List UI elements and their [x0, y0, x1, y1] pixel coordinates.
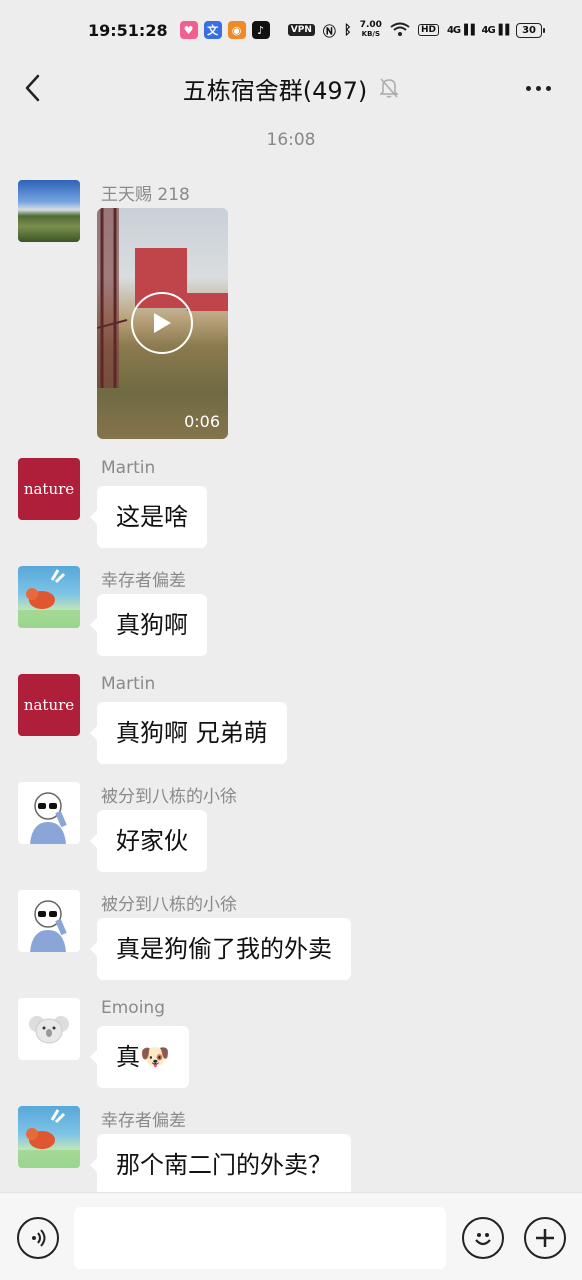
avatar[interactable]: [18, 1106, 80, 1168]
chat-timestamp: 16:08: [266, 130, 316, 150]
status-time: 19:51:28: [88, 20, 168, 40]
weibo-icon: ◉: [227, 21, 246, 39]
signal-icon: 4G▐▐: [481, 24, 510, 36]
avatar[interactable]: [18, 782, 80, 844]
avatar[interactable]: nature: [18, 458, 80, 520]
mute-bell-icon: [379, 77, 400, 99]
signal-icon: 4G▐▐: [446, 24, 475, 36]
avatar[interactable]: [18, 566, 80, 628]
sender-name: 被分到八栋的小徐: [101, 895, 237, 915]
app-notification-icon: ♥: [179, 21, 198, 39]
sender-name: 王天赐 218: [101, 185, 190, 205]
sender-name: 被分到八栋的小徐: [101, 787, 237, 807]
speed-unit: KB/S: [361, 30, 380, 38]
dot-icon: [535, 85, 541, 91]
sender-name: 幸存者偏差: [101, 571, 186, 591]
video-message[interactable]: 0:06: [97, 208, 228, 439]
status-app-icons: ♥ 文 ◉ ♪: [179, 21, 270, 39]
koala-icon: [29, 1016, 69, 1044]
sender-name: Emoing: [101, 998, 165, 1018]
avatar[interactable]: [18, 998, 80, 1060]
battery-level: 30: [522, 24, 536, 36]
sketch-person-icon: [30, 792, 67, 844]
signal-label: 4G: [446, 24, 461, 36]
smiley-icon: [475, 1233, 491, 1246]
message-item: Emoing 真🐶: [18, 998, 558, 1090]
back-button[interactable]: [16, 70, 48, 106]
message-item: 被分到八栋的小徐 好家伙: [18, 782, 558, 874]
chat-header: 五栋宿舍群(497): [0, 60, 582, 116]
dot-icon: [545, 85, 551, 91]
message-item: nature Martin 真狗啊 兄弟萌: [18, 674, 558, 766]
speed-value: 7.00: [359, 20, 382, 30]
nfc-icon: Ⓝ: [322, 24, 336, 40]
more-actions-button[interactable]: [524, 1217, 566, 1259]
avatar-logo-text: nature: [23, 480, 75, 498]
dog-emoji-icon: 🐶: [140, 1043, 170, 1071]
avatar[interactable]: nature: [18, 674, 80, 736]
wifi-icon: [390, 22, 410, 39]
message-item: 幸存者偏差 真狗啊: [18, 566, 558, 658]
chat-message-list[interactable]: 16:08 王天赐 218 0:06 nature Martin 这是啥 幸存者…: [0, 116, 582, 1192]
signal-label: 4G: [481, 24, 496, 36]
message-bubble[interactable]: 好家伙: [90, 810, 207, 872]
tiktok-icon: ♪: [251, 21, 270, 39]
emoji-button[interactable]: [462, 1217, 504, 1259]
message-bubble[interactable]: 那个南二门的外卖？: [90, 1134, 351, 1192]
message-text: 真: [116, 1043, 140, 1071]
message-item: 被分到八栋的小徐 真是狗偷了我的外卖: [18, 890, 558, 982]
avatar[interactable]: [18, 180, 80, 242]
message-item: 幸存者偏差 那个南二门的外卖？: [18, 1106, 558, 1192]
chat-title: 五栋宿舍群(497): [182, 76, 368, 105]
chevron-left-icon: [25, 74, 40, 102]
message-bubble[interactable]: 真狗啊 兄弟萌: [90, 702, 287, 764]
status-indicators: VPN Ⓝ ᛒ 7.00 KB/S HD 4G▐▐ 4G▐▐ 30: [287, 21, 545, 40]
sender-name: Martin: [101, 458, 156, 478]
message-bubble[interactable]: 真是狗偷了我的外卖: [90, 918, 351, 980]
hd-badge: HD: [417, 24, 439, 36]
message-bubble[interactable]: 真🐶: [90, 1026, 189, 1088]
message-text-input[interactable]: [74, 1207, 446, 1269]
play-button[interactable]: [131, 292, 193, 354]
message-bubble[interactable]: 真狗啊: [90, 594, 207, 656]
voice-icon: [32, 1229, 46, 1247]
dot-icon: [525, 85, 531, 91]
video-duration: 0:06: [184, 412, 220, 431]
message-item: nature Martin 这是啥: [18, 458, 558, 550]
network-speed: 7.00 KB/S: [360, 21, 382, 39]
crab-icon: [18, 569, 80, 628]
vpn-badge: VPN: [287, 24, 315, 36]
avatar[interactable]: [18, 890, 80, 952]
play-icon: [154, 313, 171, 333]
app-notification-icon: 文: [203, 21, 222, 39]
plus-icon: [536, 1229, 554, 1247]
avatar-logo-text: nature: [23, 696, 75, 714]
sender-name: 幸存者偏差: [101, 1111, 186, 1131]
status-bar: 19:51:28 ♥ 文 ◉ ♪ VPN Ⓝ ᛒ 7.00 KB/S HD 4G…: [0, 0, 582, 60]
more-options-button[interactable]: [520, 76, 556, 100]
bluetooth-icon: ᛒ: [343, 22, 352, 38]
sketch-person-icon: [30, 900, 67, 952]
battery-icon: 30: [516, 22, 545, 38]
message-item: 王天赐 218 0:06: [18, 180, 558, 442]
message-input-bar: [0, 1192, 582, 1280]
voice-input-button[interactable]: [17, 1217, 59, 1259]
sender-name: Martin: [101, 674, 156, 694]
message-bubble[interactable]: 这是啥: [90, 486, 207, 548]
crab-icon: [18, 1109, 80, 1168]
